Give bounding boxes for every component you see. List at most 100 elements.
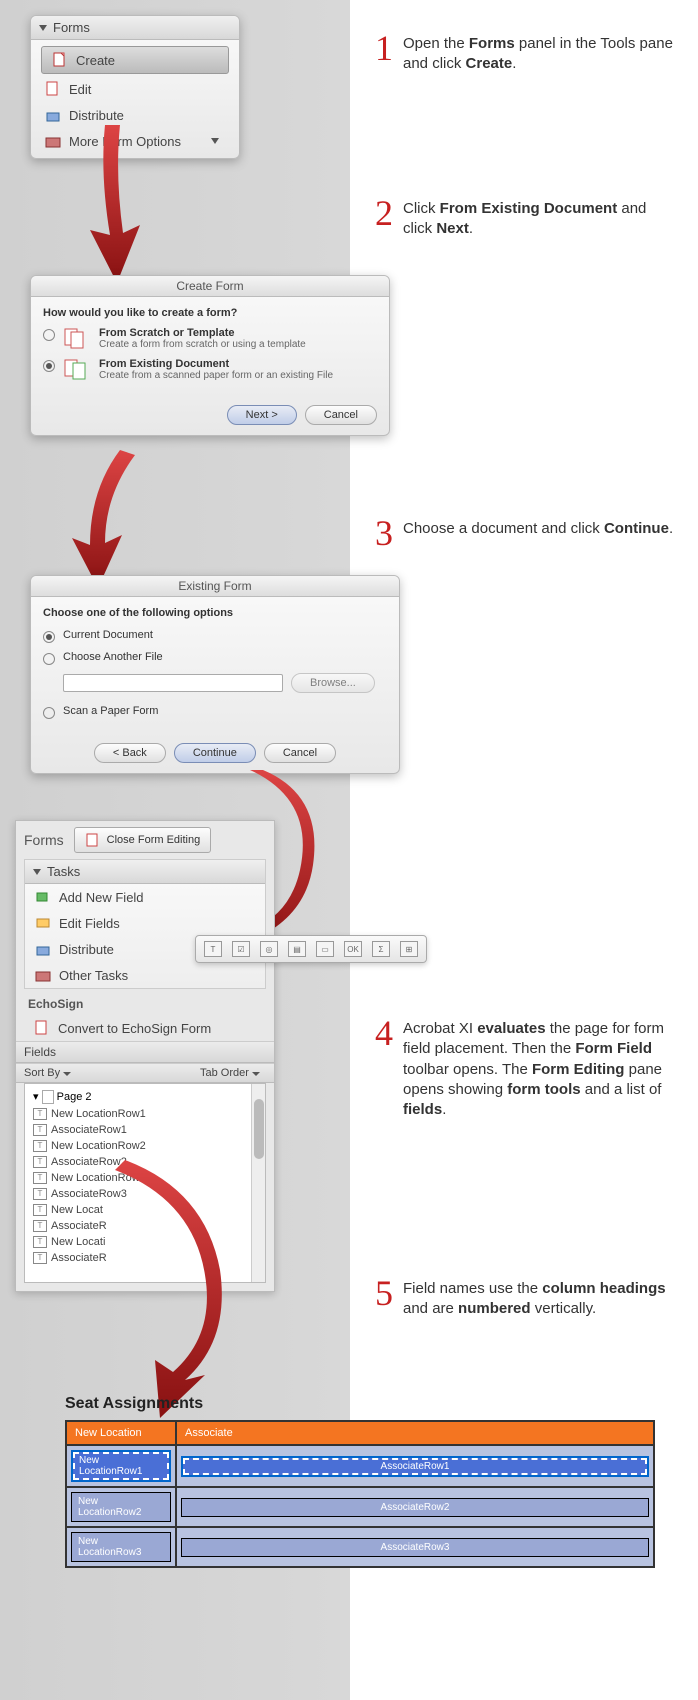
forms-tab-label: Forms	[24, 832, 64, 848]
echosign-icon	[34, 1020, 50, 1036]
seat-assignments-title: Seat Assignments	[65, 1395, 203, 1413]
fields-header: Fields	[16, 1041, 274, 1063]
option-existing[interactable]: From Existing DocumentCreate from a scan…	[43, 358, 377, 381]
option-desc: Create a form from scratch or using a te…	[99, 339, 306, 350]
cancel-button[interactable]: Cancel	[264, 743, 336, 763]
chevron-down-icon	[211, 138, 219, 144]
close-form-editing-button[interactable]: Close Form Editing	[74, 827, 212, 853]
next-button[interactable]: Next >	[227, 405, 297, 425]
step-text: Field names use the column headings and …	[403, 1275, 675, 1320]
page-node[interactable]: ▾ Page 2	[29, 1088, 261, 1106]
step-3: 3 Choose a document and click Continue.	[375, 515, 675, 551]
collapse-icon	[39, 25, 47, 31]
tab-order-dropdown[interactable]: Tab Order	[200, 1067, 266, 1079]
add-field-icon	[35, 889, 51, 905]
radio-icon	[43, 631, 55, 643]
toolbox-icon	[35, 967, 51, 983]
form-field-selected[interactable]: New LocationRow1	[71, 1450, 171, 1482]
forms-panel: Forms Create Edit Distribute More Form O…	[30, 15, 240, 159]
menu-create[interactable]: Create	[41, 46, 229, 74]
field-item[interactable]: AssociateR	[29, 1218, 261, 1234]
echosign-header: EchoSign	[16, 989, 274, 1015]
button-tool-icon[interactable]: OK	[344, 941, 362, 957]
step-number: 1	[375, 30, 393, 75]
scrollbar[interactable]	[251, 1084, 265, 1282]
arrow-2	[60, 450, 150, 590]
fields-list[interactable]: ▾ Page 2 New LocationRow1AssociateRow1Ne…	[24, 1083, 266, 1283]
tasks-header[interactable]: Tasks	[25, 860, 265, 884]
task-edit-fields[interactable]: Edit Fields	[25, 910, 265, 936]
task-add-field[interactable]: Add New Field	[25, 884, 265, 910]
task-other[interactable]: Other Tasks	[25, 962, 265, 988]
convert-echosign[interactable]: Convert to EchoSign Form	[16, 1015, 274, 1041]
menu-distribute[interactable]: Distribute	[35, 102, 235, 128]
step-1: 1 Open the Forms panel in the Tools pane…	[375, 30, 675, 75]
field-item[interactable]: AssociateR	[29, 1250, 261, 1266]
sort-by-dropdown[interactable]: Sort By	[24, 1067, 77, 1079]
forms-panel-header[interactable]: Forms	[31, 16, 239, 40]
radio-tool-icon[interactable]: ◎	[260, 941, 278, 957]
field-item[interactable]: AssociateRow3	[29, 1186, 261, 1202]
step-text: Open the Forms panel in the Tools pane a…	[403, 30, 675, 75]
step-number: 2	[375, 195, 393, 240]
column-header-associate: Associate	[176, 1421, 654, 1445]
forms-panel-title: Forms	[53, 20, 90, 35]
form-field[interactable]: AssociateRow2	[181, 1498, 649, 1517]
menu-edit[interactable]: Edit	[35, 76, 235, 102]
edit-fields-icon	[35, 915, 51, 931]
option-label: Choose Another File	[63, 651, 163, 663]
create-icon	[52, 52, 68, 68]
form-field[interactable]: New LocationRow3	[71, 1532, 171, 1562]
file-path-input[interactable]	[63, 674, 283, 692]
menu-label: Edit	[69, 82, 91, 97]
menu-label: Distribute	[69, 108, 124, 123]
text-field-tool-icon[interactable]: T	[204, 941, 222, 957]
existing-form-dialog: Existing Form Choose one of the followin…	[30, 575, 400, 774]
form-field[interactable]: New LocationRow2	[71, 1492, 171, 1522]
radio-icon	[43, 707, 55, 719]
signature-tool-icon[interactable]: Σ	[372, 941, 390, 957]
field-item[interactable]: New LocationRow3	[29, 1170, 261, 1186]
field-item[interactable]: AssociateRow2	[29, 1154, 261, 1170]
seat-assignments-table: New Location Associate New LocationRow1 …	[65, 1420, 655, 1568]
form-field[interactable]: AssociateRow3	[181, 1538, 649, 1557]
option-label: Current Document	[63, 629, 153, 641]
option-current[interactable]: Current Document	[43, 629, 387, 643]
option-title: From Existing Document	[99, 358, 333, 370]
form-field[interactable]: AssociateRow1	[181, 1456, 649, 1477]
checkbox-tool-icon[interactable]: ☑	[232, 941, 250, 957]
list-tool-icon[interactable]: ▤	[288, 941, 306, 957]
field-item[interactable]: New LocationRow1	[29, 1106, 261, 1122]
template-icon	[63, 327, 91, 349]
option-scratch[interactable]: From Scratch or TemplateCreate a form fr…	[43, 327, 377, 350]
toolbox-icon	[45, 133, 61, 149]
cancel-button[interactable]: Cancel	[305, 405, 377, 425]
barcode-tool-icon[interactable]: ⊞	[400, 941, 418, 957]
option-desc: Create from a scanned paper form or an e…	[99, 370, 333, 381]
step-number: 5	[375, 1275, 393, 1320]
field-item[interactable]: New Locati	[29, 1234, 261, 1250]
continue-button[interactable]: Continue	[174, 743, 256, 763]
dropdown-tool-icon[interactable]: ▭	[316, 941, 334, 957]
option-another[interactable]: Choose Another File	[43, 651, 387, 665]
fields-sort-bar: Sort By Tab Order	[16, 1063, 274, 1083]
radio-icon	[43, 653, 55, 665]
option-label: Scan a Paper Form	[63, 705, 158, 717]
dialog-prompt: How would you like to create a form?	[43, 307, 377, 319]
step-text: Acrobat XI evaluates the page for form f…	[403, 1015, 665, 1120]
table-row: New LocationRow3 AssociateRow3	[66, 1527, 654, 1567]
option-scan[interactable]: Scan a Paper Form	[43, 705, 387, 719]
dialog-title: Create Form	[31, 276, 389, 297]
field-item[interactable]: New Locat	[29, 1202, 261, 1218]
radio-icon	[43, 329, 55, 341]
radio-icon	[43, 360, 55, 372]
field-item[interactable]: AssociateRow1	[29, 1122, 261, 1138]
field-item[interactable]: New LocationRow2	[29, 1138, 261, 1154]
browse-button[interactable]: Browse...	[291, 673, 375, 693]
page-icon	[42, 1090, 54, 1104]
menu-more[interactable]: More Form Options	[35, 128, 235, 154]
back-button[interactable]: < Back	[94, 743, 166, 763]
step-2: 2 Click From Existing Document and click…	[375, 195, 675, 240]
option-title: From Scratch or Template	[99, 327, 306, 339]
table-row: New LocationRow1 AssociateRow1	[66, 1445, 654, 1487]
